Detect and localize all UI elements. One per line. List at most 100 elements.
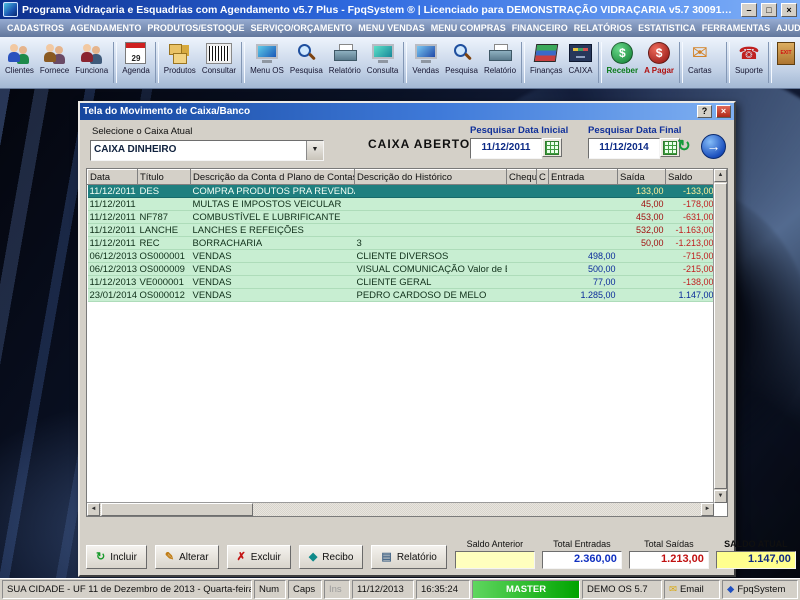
empty-row: [88, 374, 722, 386]
empty-row: [88, 338, 722, 350]
menu-ajuda[interactable]: AJUDA: [773, 21, 800, 35]
menu-vendas[interactable]: MENU VENDAS: [355, 21, 428, 35]
toolbar-consulta[interactable]: Consulta: [364, 38, 402, 87]
cell: [549, 237, 618, 250]
date-end-input[interactable]: 11/12/2014: [588, 138, 660, 159]
close-button[interactable]: ×: [781, 3, 797, 17]
toolbar-caixa[interactable]: CAIXA: [565, 38, 595, 87]
col-data[interactable]: Data: [88, 170, 138, 185]
cell: VE000001: [138, 276, 191, 289]
relatorio-button[interactable]: ▤Relatório: [371, 545, 446, 569]
menu-relatorios[interactable]: RELATÓRIOS: [571, 21, 635, 35]
scroll-left-icon[interactable]: ◄: [87, 503, 100, 516]
report-icon: ▤: [381, 552, 391, 563]
menu-financeiro[interactable]: FINANCEIRO: [509, 21, 571, 35]
table-row[interactable]: 06/12/2013OS000001VENDASCLIENTE DIVERSOS…: [88, 250, 722, 263]
total-saidas-label: Total Saídas: [644, 539, 694, 549]
menu-compras[interactable]: MENU COMPRAS: [428, 21, 509, 35]
table-row[interactable]: 11/12/2013VE000001VENDASCLIENTE GERAL77,…: [88, 276, 722, 289]
cashbox-select[interactable]: CAIXA DINHEIRO ▼: [90, 140, 324, 161]
toolbar-fornecedores[interactable]: Fornece: [37, 38, 72, 87]
col-historico[interactable]: Descrição do Histórico: [355, 170, 507, 185]
scroll-right-icon[interactable]: ►: [701, 503, 714, 516]
incluir-button[interactable]: ↻Incluir: [86, 545, 147, 569]
date-start-picker-button[interactable]: [542, 138, 562, 157]
refresh-button[interactable]: ↻: [672, 136, 696, 158]
toolbar-relatorio-os[interactable]: Relatório: [326, 38, 364, 87]
totals-panel: Saldo Anterior Total Entradas2.360,00 To…: [455, 539, 796, 569]
table-row[interactable]: 11/12/2011DESCOMPRA PRODUTOS PRA REVENDA…: [88, 185, 722, 198]
status-time: 16:35:24: [416, 580, 470, 599]
toolbar-financas[interactable]: Finanças: [527, 38, 565, 87]
col-cheque[interactable]: Cheque: [507, 170, 537, 185]
toolbar-agenda[interactable]: 29Agenda: [119, 38, 153, 87]
status-email[interactable]: ✉Email: [664, 580, 720, 599]
toolbar-pesquisa-os[interactable]: Pesquisa: [287, 38, 326, 87]
toolbar-funcionarios[interactable]: Funciona: [72, 38, 111, 87]
cell: 11/12/2013: [88, 276, 138, 289]
col-c[interactable]: C: [537, 170, 549, 185]
menu-ferramentas[interactable]: FERRAMENTAS: [699, 21, 773, 35]
cell: COMPRA PRODUTOS PRA REVENDA: [191, 185, 355, 198]
scroll-down-icon[interactable]: ▼: [714, 490, 727, 503]
cell: [507, 198, 537, 211]
col-saida[interactable]: Saída: [618, 170, 666, 185]
toolbar-relatorio-vendas[interactable]: Relatório: [481, 38, 519, 87]
toolbar-exit[interactable]: EXIT: [774, 38, 798, 87]
menu-agendamento[interactable]: AGENDAMENTO: [67, 21, 144, 35]
table-row[interactable]: 11/12/2011MULTAS E IMPOSTOS VEICULAR45,0…: [88, 198, 722, 211]
toolbar-pesquisa-vendas[interactable]: Pesquisa: [442, 38, 481, 87]
maximize-button[interactable]: □: [761, 3, 777, 17]
toolbar-menu-os[interactable]: Menu OS: [247, 38, 287, 87]
recibo-button[interactable]: ◆Recibo: [299, 545, 364, 569]
toolbar-clientes[interactable]: Clientes: [2, 38, 37, 87]
menu-cadastros[interactable]: CADASTROS: [4, 21, 67, 35]
menu-servico-orcamento[interactable]: SERVIÇO/ORÇAMENTO: [248, 21, 356, 35]
cell: [537, 224, 549, 237]
date-start-input[interactable]: 11/12/2011: [470, 138, 542, 159]
menu-produtos-estoque[interactable]: PRODUTOS/ESTOQUE: [144, 21, 247, 35]
toolbar-receber[interactable]: $Receber: [604, 38, 642, 87]
chevron-down-icon[interactable]: ▼: [306, 141, 323, 160]
minimize-button[interactable]: –: [741, 3, 757, 17]
scroll-up-icon[interactable]: ▲: [714, 169, 727, 182]
toolbar-produtos[interactable]: Produtos: [161, 38, 199, 87]
alterar-button[interactable]: ✎Alterar: [155, 545, 219, 569]
horizontal-scroll-thumb[interactable]: [101, 503, 253, 516]
col-saldo[interactable]: Saldo: [666, 170, 716, 185]
vertical-scroll-thumb[interactable]: [714, 183, 727, 489]
go-button[interactable]: →: [701, 134, 726, 159]
cell: 23/01/2014: [88, 289, 138, 302]
col-conta[interactable]: Descrição da Conta d Plano de Contas: [191, 170, 355, 185]
table-row[interactable]: 06/12/2013OS000009VENDASVISUAL COMUNICAÇ…: [88, 263, 722, 276]
cell: VENDAS: [191, 289, 355, 302]
dialog-help-button[interactable]: ?: [697, 105, 712, 118]
menu-estatistica[interactable]: ESTATISTICA: [635, 21, 699, 35]
empty-row: [88, 350, 722, 362]
table-row[interactable]: 11/12/2011RECBORRACHARIA350,00-1.213,00: [88, 237, 722, 250]
toolbar-a-pagar[interactable]: $A Pagar: [641, 38, 677, 87]
horizontal-scrollbar[interactable]: ◄ ►: [87, 502, 714, 516]
table-row[interactable]: 23/01/2014OS000012VENDASPEDRO CARDOSO DE…: [88, 289, 722, 302]
cashbox-icon: [569, 44, 592, 62]
cell: -133,00: [666, 185, 716, 198]
col-titulo[interactable]: Título: [138, 170, 191, 185]
col-entrada[interactable]: Entrada: [549, 170, 618, 185]
status-ins: Ins: [324, 580, 350, 599]
clients-icon: [8, 43, 30, 63]
dialog-titlebar[interactable]: Tela do Movimento de Caixa/Banco ? ×: [80, 103, 734, 120]
toolbar-cartas[interactable]: ✉Cartas: [685, 38, 715, 87]
table-row[interactable]: 11/12/2011LANCHELANCHES E REFEIÇÕES532,0…: [88, 224, 722, 237]
toolbar-vendas[interactable]: Vendas: [409, 38, 442, 87]
cash-open-status: CAIXA ABERTO: [368, 137, 470, 151]
toolbar-suporte[interactable]: ☎Suporte: [732, 38, 766, 87]
vertical-scrollbar[interactable]: ▲ ▼: [713, 169, 727, 503]
arrow-right-icon: →: [707, 138, 721, 154]
cell: [355, 198, 507, 211]
excluir-button[interactable]: ✗Excluir: [227, 545, 291, 569]
dialog-close-button[interactable]: ×: [716, 105, 731, 118]
table-row[interactable]: 11/12/2011NF787COMBUSTÍVEL E LUBRIFICANT…: [88, 211, 722, 224]
cell: 11/12/2011: [88, 224, 138, 237]
toolbar-consultar[interactable]: Consultar: [199, 38, 239, 87]
app-titlebar[interactable]: Programa Vidraçaria e Esquadrias com Age…: [0, 0, 800, 19]
